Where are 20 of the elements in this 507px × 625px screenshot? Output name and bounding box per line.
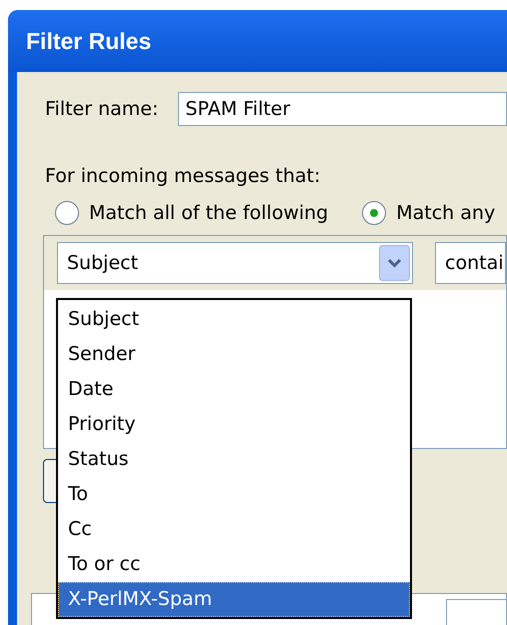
dropdown-option[interactable]: X-PerlMX-Spam [58, 582, 410, 617]
filter-name-field[interactable]: SPAM Filter [178, 92, 507, 126]
radio-option[interactable]: Match any [362, 198, 496, 227]
section-label: For incoming messages that: [45, 164, 322, 189]
dropdown-option[interactable]: Status [58, 442, 410, 477]
filter-name-label: Filter name: [45, 96, 158, 122]
dropdown-option[interactable]: To [58, 477, 410, 512]
radio-option[interactable]: Match all of the following [55, 198, 328, 227]
dropdown-option[interactable]: Date [58, 372, 410, 407]
dropdown-option[interactable]: To or cc [58, 547, 410, 582]
window-title: Filter Rules [26, 26, 152, 56]
radio-button[interactable] [55, 200, 79, 225]
field-dropdown[interactable]: Subject [57, 242, 413, 284]
dropdown-option[interactable]: Priority [58, 407, 410, 442]
dropdown-option[interactable]: Sender [58, 337, 410, 372]
radio-button[interactable] [362, 200, 386, 225]
operator-dropdown[interactable]: contai [435, 242, 506, 284]
dropdown-option[interactable]: Subject [58, 302, 410, 337]
dropdown-option[interactable]: Cc [58, 512, 410, 547]
value-field[interactable] [446, 599, 506, 625]
